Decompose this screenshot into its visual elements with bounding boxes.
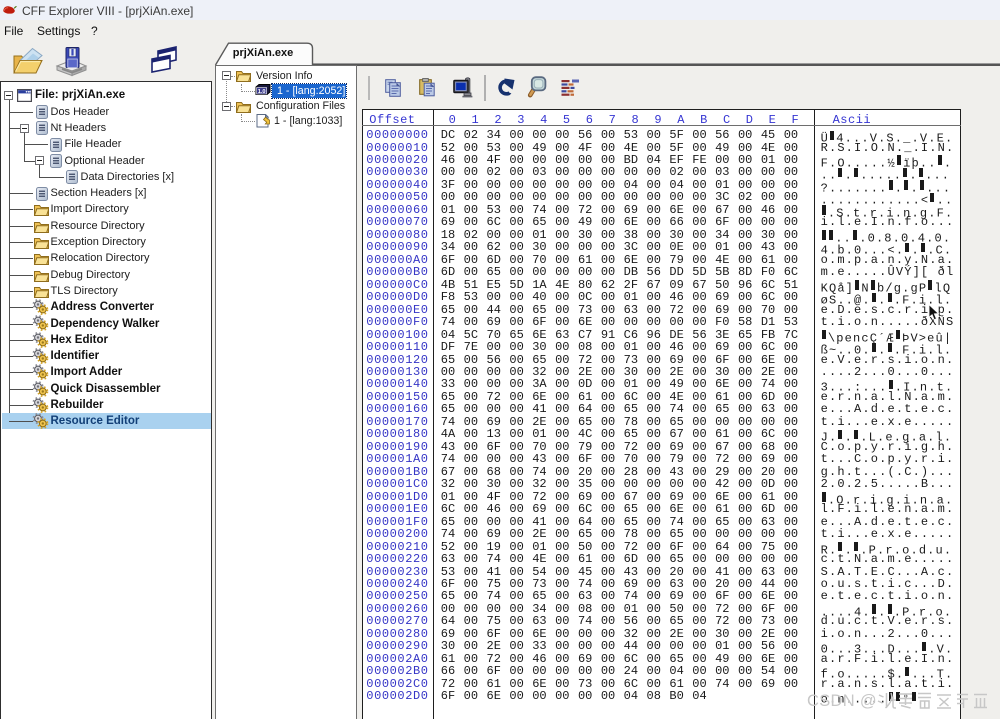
svg-text:1.0: 1.0 xyxy=(258,89,266,95)
